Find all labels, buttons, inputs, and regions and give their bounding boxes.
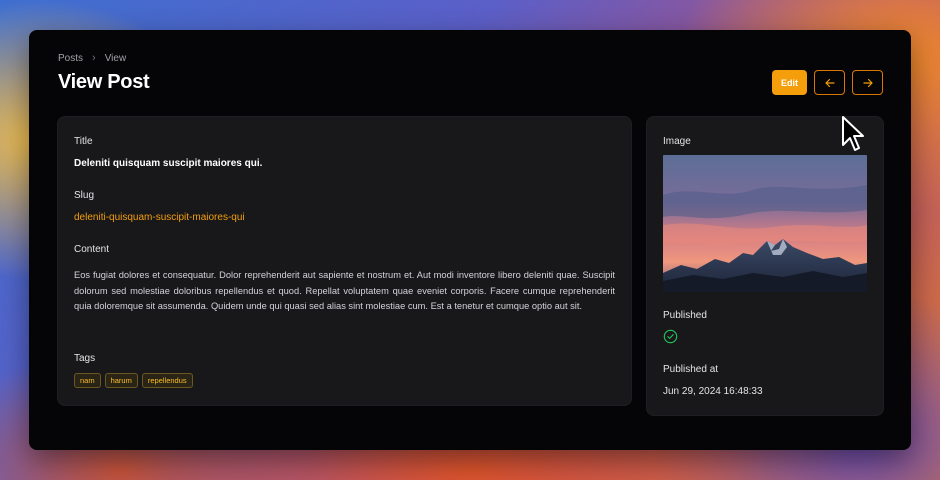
tag-badge: harum xyxy=(104,373,138,388)
post-meta-card: Image Published Published at Jun 29, 202… xyxy=(646,116,884,416)
breadcrumb: Posts › View xyxy=(58,52,126,64)
slug-label: Slug xyxy=(74,190,95,201)
tag-badge: nam xyxy=(74,373,101,388)
breadcrumb-item-posts[interactable]: Posts xyxy=(58,53,83,64)
published-label: Published xyxy=(663,310,707,321)
published-at-label: Published at xyxy=(663,364,719,375)
tag-list: nam harum repellendus xyxy=(74,373,193,388)
image-label: Image xyxy=(663,136,691,147)
page-title: View Post xyxy=(58,71,150,93)
next-button[interactable] xyxy=(852,70,883,95)
mountain-sunset-image xyxy=(663,155,867,292)
slug-value[interactable]: deleniti-quisquam-suscipit-maiores-qui xyxy=(74,212,245,223)
title-label: Title xyxy=(74,136,93,147)
previous-button[interactable] xyxy=(814,70,845,95)
arrow-left-icon xyxy=(824,78,835,87)
title-value: Deleniti quisquam suscipit maiores qui. xyxy=(74,158,263,169)
tags-label: Tags xyxy=(74,353,96,364)
check-circle-icon xyxy=(663,329,678,344)
app-window: Posts › View View Post Edit Title Deleni… xyxy=(29,30,911,450)
post-image xyxy=(663,155,867,292)
content-value: Eos fugiat dolores et consequatur. Dolor… xyxy=(74,270,615,311)
header-actions: Edit xyxy=(772,70,883,95)
breadcrumb-item-view: View xyxy=(104,52,127,64)
edit-button[interactable]: Edit xyxy=(772,70,807,95)
published-at-value: Jun 29, 2024 16:48:33 xyxy=(663,386,763,397)
arrow-right-icon xyxy=(862,78,873,87)
breadcrumb-separator: › xyxy=(92,52,96,64)
tag-badge: repellendus xyxy=(141,373,193,388)
content-label: Content xyxy=(74,244,110,255)
post-details-card: Title Deleniti quisquam suscipit maiores… xyxy=(57,116,632,406)
mouse-pointer-icon xyxy=(842,116,864,151)
